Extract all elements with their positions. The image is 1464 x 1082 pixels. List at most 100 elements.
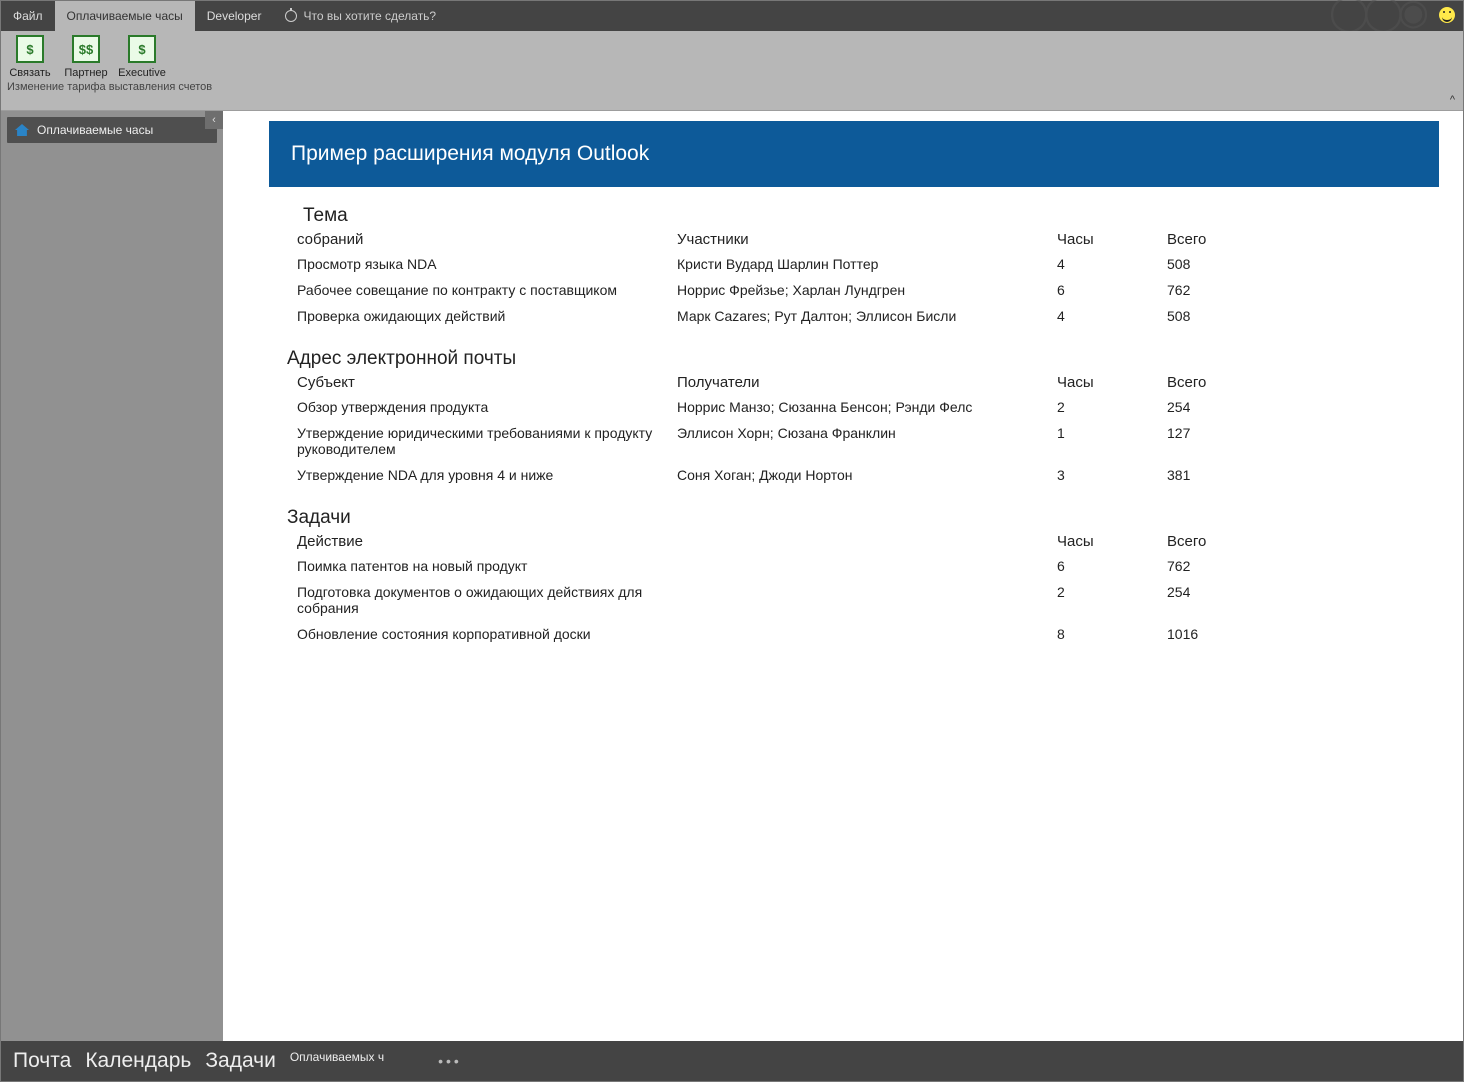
cell-recipients: Норрис Манзо; Сюзанна Бенсон; Рэнди Фелс xyxy=(677,399,1057,415)
bottom-nav: Почта Календарь Задачи Оплачиваемых ч ••… xyxy=(1,1041,1463,1081)
col-participants: Участники xyxy=(677,231,1057,248)
section-email: Адрес электронной почты Субъект Получате… xyxy=(269,348,1439,489)
cell-total: 381 xyxy=(1167,467,1257,483)
ribbon-group-label: Изменение тарифа выставления счетов xyxy=(1,79,218,96)
section-title: Адрес электронной почты xyxy=(287,348,1439,370)
col-hours: Часы xyxy=(1057,231,1167,248)
table-row: Просмотр языка NDA Кристи Вудард Шарлин … xyxy=(269,252,1439,278)
cell-participants: Марк Cazares; Рут Далтон; Эллисон Бисли xyxy=(677,308,1057,324)
cell-total: 508 xyxy=(1167,308,1257,324)
cell-recipients: Эллисон Хорн; Сюзана Франклин xyxy=(677,425,1057,441)
tab-billable-hours[interactable]: Оплачиваемые часы xyxy=(55,1,195,31)
cell-total: 254 xyxy=(1167,584,1257,600)
nav-more-icon[interactable]: ••• xyxy=(438,1053,462,1069)
cell-hours: 3 xyxy=(1057,467,1167,483)
cell-hours: 4 xyxy=(1057,308,1167,324)
cell-total: 508 xyxy=(1167,256,1257,272)
tell-me-label: Что вы хотите сделать? xyxy=(303,9,436,23)
tab-file[interactable]: Файл xyxy=(1,1,55,31)
nav-billable-label[interactable]: Оплачиваемых ч xyxy=(290,1050,384,1064)
cell-hours: 2 xyxy=(1057,584,1167,600)
table-row: Утверждение NDA для уровня 4 и ниже Соня… xyxy=(269,463,1439,489)
nav-mail[interactable]: Почта xyxy=(13,1049,71,1073)
section-title: Задачи xyxy=(287,507,1439,529)
col-subject: Субъект xyxy=(297,374,677,391)
tab-developer[interactable]: Developer xyxy=(195,1,274,31)
section-meetings: Тема собраний Участники Часы Всего Просм… xyxy=(269,205,1439,330)
cell-total: 254 xyxy=(1167,399,1257,415)
title-bar: Файл Оплачиваемые часы Developer Что вы … xyxy=(1,1,1463,31)
nav-calendar[interactable]: Календарь xyxy=(85,1049,191,1073)
ribbon: $ Связать $$ Партнер $ Executive Изменен… xyxy=(1,31,1463,111)
cell-hours: 6 xyxy=(1057,282,1167,298)
col-recipients: Получатели xyxy=(677,374,1057,391)
nav-tasks[interactable]: Задачи xyxy=(205,1049,276,1073)
cell-hours: 6 xyxy=(1057,558,1167,574)
titlebar-decoration: ◯◯◉ xyxy=(1329,0,1423,33)
ribbon-button-label: Партнер xyxy=(64,67,107,79)
page-banner: Пример расширения модуля Outlook xyxy=(269,121,1439,187)
col-hours: Часы xyxy=(1057,374,1167,391)
table-row: Поимка патентов на новый продукт 6 762 xyxy=(269,554,1439,580)
ribbon-button-label: Связать xyxy=(9,67,50,79)
cell-hours: 1 xyxy=(1057,425,1167,441)
ribbon-button-label: Executive xyxy=(118,67,166,79)
table-row: Утверждение юридическими требованиями к … xyxy=(269,421,1439,463)
page-title: Пример расширения модуля Outlook xyxy=(291,142,649,166)
cell-recipients: Соня Хоган; Джоди Нортон xyxy=(677,467,1057,483)
table-header: Субъект Получатели Часы Всего xyxy=(269,372,1439,395)
feedback-smiley-icon[interactable] xyxy=(1439,7,1455,23)
col-total: Всего xyxy=(1167,533,1257,550)
dollar-icon: $ xyxy=(16,35,44,63)
ribbon-button-partner[interactable]: $$ Партнер xyxy=(63,35,109,79)
cell-total: 762 xyxy=(1167,282,1257,298)
section-title: Тема xyxy=(303,205,1439,227)
cell-subject: Утверждение NDA для уровня 4 и ниже xyxy=(297,467,677,483)
dollar-icon: $ xyxy=(128,35,156,63)
sidebar: ‹ Оплачиваемые часы xyxy=(1,111,223,1041)
col-action: Действие xyxy=(297,533,677,550)
body: ‹ Оплачиваемые часы Пример расширения мо… xyxy=(1,111,1463,1041)
content-area: Пример расширения модуля Outlook Тема со… xyxy=(223,111,1463,1041)
ribbon-group-billing-rate: $ Связать $$ Партнер $ Executive Изменен… xyxy=(1,31,218,110)
cell-participants: Кристи Вудард Шарлин Поттер xyxy=(677,256,1057,272)
cell-total: 1016 xyxy=(1167,626,1257,642)
table-header: Действие Часы Всего xyxy=(269,531,1439,554)
col-total: Всего xyxy=(1167,231,1257,248)
cell-subject: Проверка ожидающих действий xyxy=(297,308,677,324)
ribbon-button-associate[interactable]: $ Связать xyxy=(7,35,53,79)
cell-action: Поимка патентов на новый продукт xyxy=(297,558,677,574)
table-row: Обновление состояния корпоративной доски… xyxy=(269,622,1439,648)
cell-hours: 8 xyxy=(1057,626,1167,642)
table-row: Подготовка документов о ожидающих действ… xyxy=(269,580,1439,622)
sidebar-item-billable-hours[interactable]: Оплачиваемые часы xyxy=(7,117,217,143)
table-header: собраний Участники Часы Всего xyxy=(269,229,1439,252)
ribbon-button-executive[interactable]: $ Executive xyxy=(119,35,165,79)
table-row: Проверка ожидающих действий Марк Cazares… xyxy=(269,304,1439,330)
cell-action: Подготовка документов о ожидающих действ… xyxy=(297,584,677,616)
cell-subject: Рабочее совещание по контракту с поставщ… xyxy=(297,282,677,298)
cell-subject: Просмотр языка NDA xyxy=(297,256,677,272)
section-tasks: Задачи Действие Часы Всего Поимка патент… xyxy=(269,507,1439,648)
col-hours: Часы xyxy=(1057,533,1167,550)
tell-me-search[interactable]: Что вы хотите сделать? xyxy=(273,9,448,23)
cell-subject: Обзор утверждения продукта xyxy=(297,399,677,415)
ribbon-collapse-icon[interactable]: ^ xyxy=(1450,94,1455,106)
col-total: Всего xyxy=(1167,374,1257,391)
sidebar-item-label: Оплачиваемые часы xyxy=(37,123,153,137)
cell-participants: Норрис Фрейзье; Харлан Лундгрен xyxy=(677,282,1057,298)
cell-total: 127 xyxy=(1167,425,1257,441)
cell-hours: 2 xyxy=(1057,399,1167,415)
home-icon xyxy=(15,124,29,136)
table-row: Рабочее совещание по контракту с поставщ… xyxy=(269,278,1439,304)
cell-hours: 4 xyxy=(1057,256,1167,272)
app-root: Файл Оплачиваемые часы Developer Что вы … xyxy=(0,0,1464,1082)
col-subject: собраний xyxy=(297,231,677,248)
cell-total: 762 xyxy=(1167,558,1257,574)
dollar-icon: $$ xyxy=(72,35,100,63)
sidebar-collapse-icon[interactable]: ‹ xyxy=(205,111,223,129)
lightbulb-icon xyxy=(285,10,297,22)
table-row: Обзор утверждения продукта Норрис Манзо;… xyxy=(269,395,1439,421)
cell-action: Обновление состояния корпоративной доски xyxy=(297,626,677,642)
cell-subject: Утверждение юридическими требованиями к … xyxy=(297,425,677,457)
